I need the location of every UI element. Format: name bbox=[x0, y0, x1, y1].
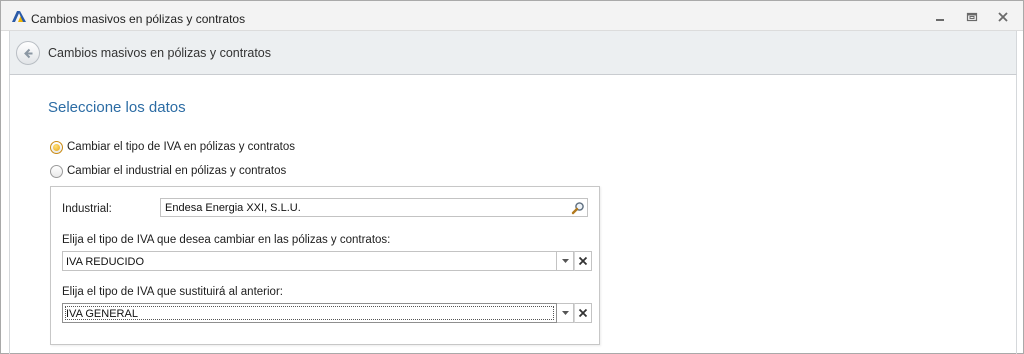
new-iva-box[interactable]: IVA GENERAL bbox=[62, 303, 557, 323]
radio-change-iva[interactable] bbox=[50, 140, 63, 154]
option-label: Cambiar el tipo de IVA en pólizas y cont… bbox=[67, 141, 295, 153]
industrial-value: Endesa Energia XXI, S.L.U. bbox=[165, 202, 301, 214]
clear-x-icon[interactable] bbox=[574, 303, 592, 323]
minimize-icon[interactable] bbox=[933, 10, 947, 24]
clear-x-icon[interactable] bbox=[574, 251, 592, 271]
close-icon[interactable] bbox=[996, 10, 1010, 24]
chevron-down-icon[interactable] bbox=[557, 303, 574, 323]
option-change-industrial[interactable]: Cambiar el industrial en pólizas y contr… bbox=[50, 163, 286, 179]
radio-change-industrial[interactable] bbox=[50, 164, 63, 178]
option-label: Cambiar el industrial en pólizas y contr… bbox=[67, 165, 287, 177]
industrial-field[interactable]: Endesa Energia XXI, S.L.U. bbox=[160, 198, 588, 217]
focus-rectangle bbox=[65, 306, 554, 320]
current-iva-box[interactable]: IVA REDUCIDO bbox=[62, 251, 557, 271]
current-iva-value: IVA REDUCIDO bbox=[66, 256, 145, 268]
chevron-down-icon[interactable] bbox=[557, 251, 574, 271]
option-change-iva[interactable]: Cambiar el tipo de IVA en pólizas y cont… bbox=[50, 139, 295, 155]
new-iva-value: IVA GENERAL bbox=[66, 308, 138, 320]
current-iva-label: Elija el tipo de IVA que desea cambiar e… bbox=[62, 234, 391, 246]
title-bar[interactable]: Cambios masivos en pólizas y contratos bbox=[1, 1, 1023, 31]
page-header: Cambios masivos en pólizas y contratos bbox=[9, 31, 1017, 75]
main-window: Cambios masivos en pólizas y contratos C… bbox=[0, 0, 1024, 354]
new-iva-label: Elija el tipo de IVA que sustituirá al a… bbox=[62, 286, 283, 298]
window-title: Cambios masivos en pólizas y contratos bbox=[31, 12, 246, 26]
back-button[interactable] bbox=[16, 41, 40, 65]
magnifier-icon[interactable] bbox=[569, 199, 587, 216]
back-arrow-icon bbox=[24, 48, 33, 59]
restore-icon[interactable] bbox=[965, 10, 979, 24]
content-area: Seleccione los datos Cambiar el tipo de … bbox=[9, 75, 1017, 354]
iva-change-panel: Industrial: Endesa Energia XXI, S.L.U. E… bbox=[50, 186, 600, 345]
industrial-label: Industrial: bbox=[62, 203, 112, 215]
section-title: Seleccione los datos bbox=[48, 99, 186, 116]
app-logo-icon bbox=[11, 10, 27, 23]
page-title: Cambios masivos en pólizas y contratos bbox=[48, 46, 272, 60]
